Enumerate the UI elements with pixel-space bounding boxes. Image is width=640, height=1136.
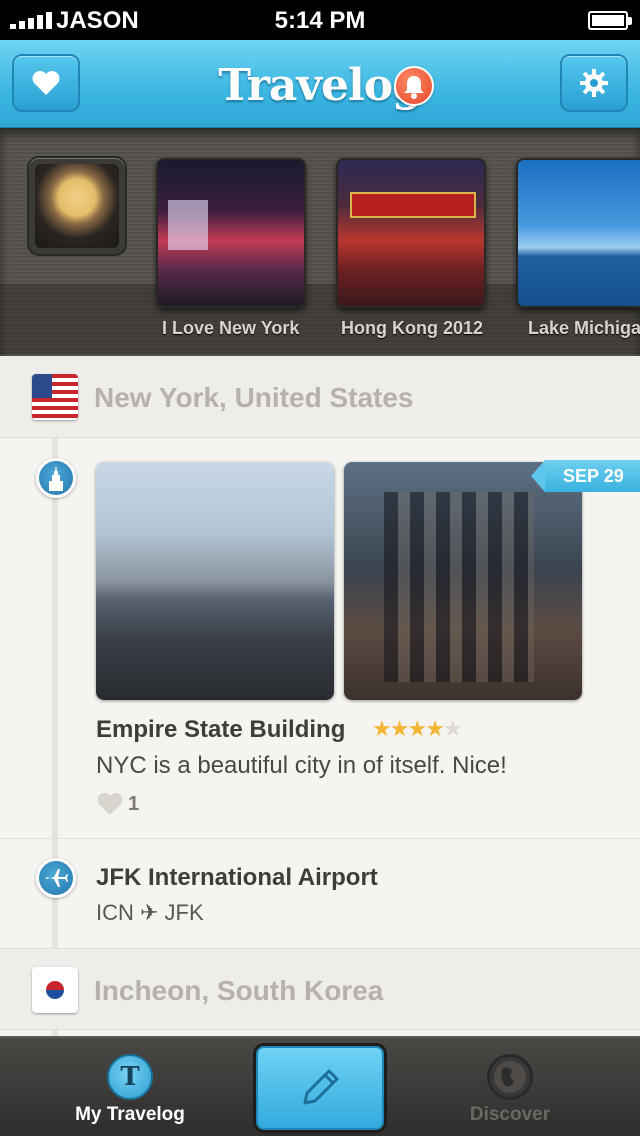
landmark-pin-icon (36, 458, 76, 498)
tab-discover[interactable]: Discover (410, 1038, 610, 1136)
album-label[interactable]: I Love New York (162, 318, 299, 339)
heart-icon (97, 792, 123, 816)
tab-bar: T My Travelog Discover (0, 1036, 640, 1136)
date-badge: SEP 29 (531, 460, 640, 492)
status-time: 5:14 PM (274, 7, 366, 34)
airplane-icon (46, 869, 68, 887)
place-header-incheon[interactable]: Incheon, South Korea (0, 948, 640, 1030)
rating-stars: ★★★★★ (372, 716, 463, 742)
album-cover-new-york[interactable] (156, 158, 306, 308)
timeline-feed[interactable]: New York, United States SEP 29 Empire St… (0, 356, 640, 1036)
star-icon: ★ (425, 716, 445, 741)
profile-avatar-button[interactable] (29, 158, 125, 254)
tab-label: Discover (469, 1104, 551, 1125)
album-label[interactable]: Hong Kong 2012 (341, 318, 483, 339)
like-count: 1 (128, 792, 140, 815)
nav-bar: Travelog (0, 40, 640, 128)
avatar (35, 164, 119, 248)
place-title: Incheon, South Korea (94, 975, 384, 1006)
place-header-new-york[interactable]: New York, United States (0, 356, 640, 438)
battery-icon (588, 11, 632, 30)
entry-photo[interactable] (96, 462, 334, 700)
gear-icon (580, 69, 608, 97)
entry-text: NYC is a beautiful city in of itself. Ni… (96, 752, 507, 779)
divider (0, 838, 640, 839)
star-empty-icon: ★ (442, 716, 463, 741)
app-title: Travelog (218, 60, 423, 111)
album-cover-hong-kong[interactable] (336, 158, 486, 308)
pencil-icon (303, 1069, 339, 1105)
star-icon: ★ (372, 716, 392, 741)
flight-pin-icon (36, 858, 76, 898)
compose-button[interactable] (256, 1046, 384, 1130)
app-logo: Travelog (0, 60, 640, 111)
album-cover-lake-michigan[interactable] (516, 158, 640, 308)
bell-icon (404, 76, 424, 99)
place-title: New York, United States (94, 382, 414, 413)
settings-button[interactable] (560, 54, 628, 112)
star-icon: ★ (389, 716, 410, 741)
travelog-logo-icon: T (107, 1054, 153, 1100)
tab-label: My Travelog (75, 1104, 185, 1125)
tab-my-travelog[interactable]: T My Travelog (30, 1038, 230, 1136)
flight-title[interactable]: JFK International Airport (96, 864, 378, 892)
entry-title[interactable]: Empire State Building (96, 716, 345, 744)
building-icon (49, 465, 63, 491)
us-flag-icon (32, 374, 78, 420)
entry-photo[interactable] (344, 462, 582, 700)
status-bar: JASON 5:14 PM (0, 0, 640, 40)
star-icon: ★ (407, 716, 427, 741)
notification-button[interactable] (394, 66, 434, 106)
like-button[interactable]: 1 (96, 792, 139, 816)
flight-route: ICN ✈ JFK (96, 900, 204, 925)
globe-icon (487, 1054, 533, 1100)
album-label[interactable]: Lake Michiga (528, 318, 640, 339)
kr-flag-icon (32, 967, 78, 1013)
